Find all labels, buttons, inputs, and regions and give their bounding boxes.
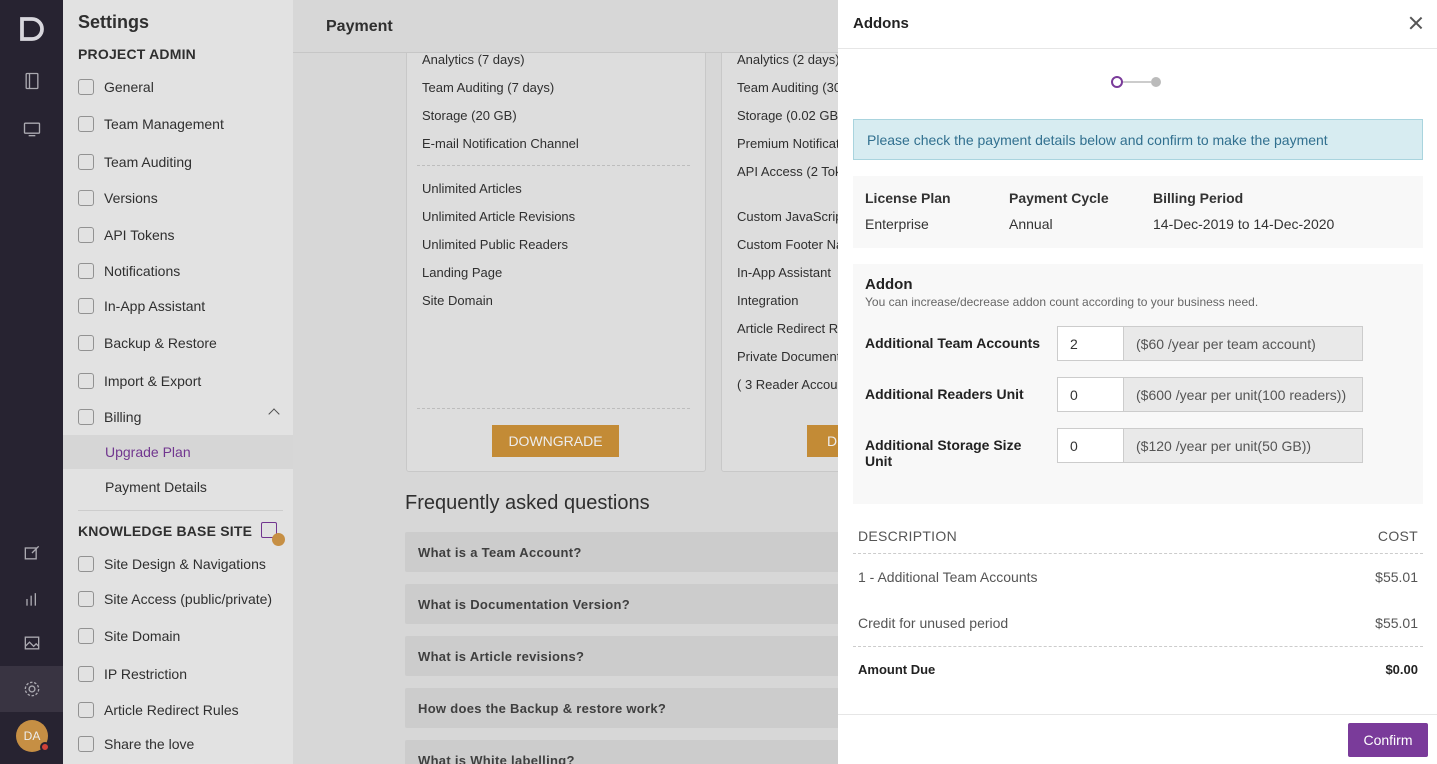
team-accounts-input[interactable] xyxy=(1057,326,1124,361)
addon-section: Addon You can increase/decrease addon co… xyxy=(853,264,1423,504)
panel-title: Addons xyxy=(853,15,909,32)
amount-due-value: $0.00 xyxy=(1385,662,1418,677)
step-connector xyxy=(1123,81,1151,83)
payment-cycle-value: Annual xyxy=(1009,216,1053,232)
step-indicator-inactive xyxy=(1151,77,1161,87)
close-icon[interactable] xyxy=(1409,16,1423,30)
plan-summary: License Plan Enterprise Payment Cycle An… xyxy=(853,176,1423,248)
storage-unit-input[interactable] xyxy=(1057,428,1124,463)
row-cost: $55.01 xyxy=(1375,615,1418,631)
readers-unit-input[interactable] xyxy=(1057,377,1124,412)
panel-header: Addons xyxy=(838,0,1437,49)
info-alert: Please check the payment details below a… xyxy=(853,119,1423,160)
storage-unit-price: ($120 /year per unit(50 GB)) xyxy=(1123,428,1363,463)
team-accounts-label: Additional Team Accounts xyxy=(865,335,1041,351)
readers-unit-price: ($600 /year per unit(100 readers)) xyxy=(1123,377,1363,412)
table-divider xyxy=(853,553,1423,554)
storage-unit-label: Additional Storage Size Unit xyxy=(865,437,1022,469)
row-description: Credit for unused period xyxy=(858,615,1009,631)
addons-panel: Addons Please check the payment details … xyxy=(838,0,1437,764)
readers-unit-label: Additional Readers Unit xyxy=(865,386,1024,402)
table-divider xyxy=(853,646,1423,647)
confirm-button[interactable]: Confirm xyxy=(1348,723,1428,757)
billing-period-label: Billing Period xyxy=(1153,190,1244,206)
payment-cycle-label: Payment Cycle xyxy=(1009,190,1109,206)
license-plan-label: License Plan xyxy=(865,190,951,206)
column-cost: COST xyxy=(1377,528,1418,544)
panel-footer-divider xyxy=(838,714,1437,715)
row-description: 1 - Additional Team Accounts xyxy=(858,569,1038,585)
addon-heading: Addon xyxy=(865,276,913,293)
billing-period-value: 14-Dec-2019 to 14-Dec-2020 xyxy=(1153,216,1335,232)
amount-due-label: Amount Due xyxy=(858,662,936,677)
license-plan-value: Enterprise xyxy=(865,216,929,232)
column-description: DESCRIPTION xyxy=(858,528,957,544)
modal-backdrop[interactable] xyxy=(0,0,838,764)
addon-subtext: You can increase/decrease addon count ac… xyxy=(865,295,1259,309)
row-cost: $55.01 xyxy=(1375,569,1418,585)
team-accounts-price: ($60 /year per team account) xyxy=(1123,326,1363,361)
step-indicator-active xyxy=(1111,76,1123,88)
